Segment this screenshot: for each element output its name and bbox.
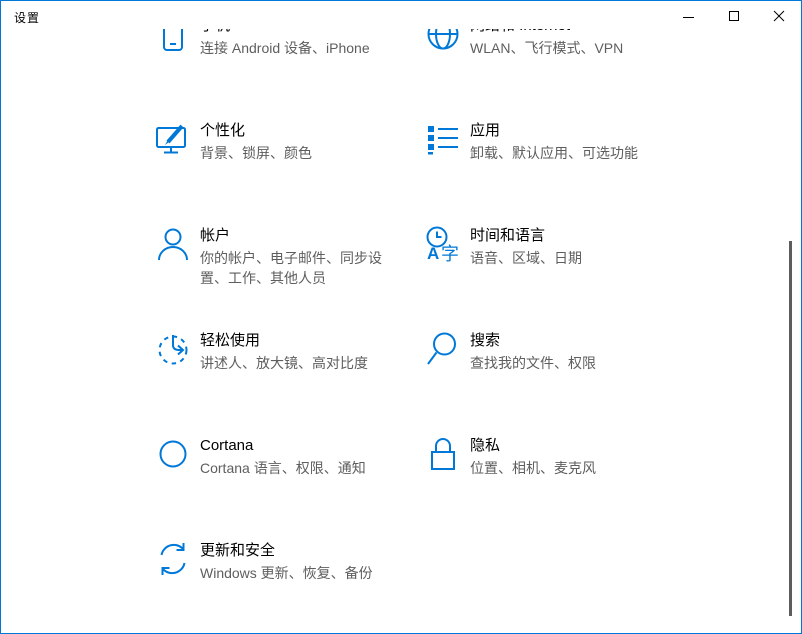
tile-title: 个性化 — [200, 121, 312, 141]
minimize-icon — [683, 17, 694, 18]
settings-tile-update-security[interactable]: 更新和安全 Windows 更新、恢复、备份 — [155, 517, 425, 622]
tile-title: 搜索 — [470, 331, 596, 351]
settings-tile-search[interactable]: 搜索 查找我的文件、权限 — [425, 307, 695, 412]
settings-window: { "window": { "title": "设置" }, "colors":… — [0, 0, 802, 634]
settings-tile-time-language[interactable]: A 字 时间和语言 语音、区域、日期 — [425, 202, 695, 307]
settings-grid: 手机 连接 Android 设备、iPhone 网络和 Internet WLA… — [155, 29, 695, 622]
tile-title: 帐户 — [200, 226, 389, 246]
search-icon — [425, 331, 461, 367]
personalization-icon — [155, 121, 191, 157]
tile-subtitle: 讲述人、放大镜、高对比度 — [200, 353, 368, 373]
settings-tile-apps[interactable]: 应用 卸载、默认应用、可选功能 — [425, 97, 695, 202]
caption-buttons — [666, 1, 801, 30]
tile-title: 轻松使用 — [200, 331, 368, 351]
minimize-button[interactable] — [666, 1, 711, 30]
tile-title: 应用 — [470, 121, 638, 141]
update-icon — [155, 541, 191, 577]
tile-subtitle: 背景、锁屏、颜色 — [200, 143, 312, 163]
privacy-icon — [425, 436, 461, 472]
tile-subtitle: Cortana 语言、权限、通知 — [200, 458, 366, 478]
tile-subtitle: 连接 Android 设备、iPhone — [200, 38, 370, 58]
globe-icon — [425, 29, 461, 52]
tile-subtitle: 位置、相机、麦克风 — [470, 458, 596, 478]
settings-tile-privacy[interactable]: 隐私 位置、相机、麦克风 — [425, 412, 695, 517]
window-title: 设置 — [14, 9, 40, 26]
tile-title: 手机 — [200, 29, 370, 36]
vertical-scrollbar[interactable] — [789, 241, 792, 616]
tile-subtitle: 卸载、默认应用、可选功能 — [470, 143, 638, 163]
settings-tile-personalization[interactable]: 个性化 背景、锁屏、颜色 — [155, 97, 425, 202]
tile-title: 时间和语言 — [470, 226, 582, 246]
ease-of-access-icon — [155, 331, 191, 367]
close-icon — [773, 10, 785, 22]
accounts-icon — [155, 226, 191, 262]
tile-subtitle: 你的帐户、电子邮件、同步设置、工作、其他人员 — [200, 248, 389, 288]
tile-title: 隐私 — [470, 436, 596, 456]
settings-tile-phone[interactable]: 手机 连接 Android 设备、iPhone — [155, 29, 425, 97]
svg-text:字: 字 — [441, 244, 459, 262]
phone-icon — [155, 29, 191, 52]
apps-icon — [425, 121, 461, 157]
tile-title: Cortana — [200, 436, 366, 456]
close-button[interactable] — [756, 1, 801, 30]
tile-subtitle: 语音、区域、日期 — [470, 248, 582, 268]
tile-subtitle: 查找我的文件、权限 — [470, 353, 596, 373]
settings-tile-ease-of-access[interactable]: 轻松使用 讲述人、放大镜、高对比度 — [155, 307, 425, 412]
tile-subtitle: Windows 更新、恢复、备份 — [200, 563, 373, 583]
settings-home-viewport: 手机 连接 Android 设备、iPhone 网络和 Internet WLA… — [1, 29, 801, 633]
settings-tile-network[interactable]: 网络和 Internet WLAN、飞行模式、VPN — [425, 29, 695, 97]
settings-tile-accounts[interactable]: 帐户 你的帐户、电子邮件、同步设置、工作、其他人员 — [155, 202, 425, 307]
tile-title: 网络和 Internet — [470, 29, 623, 36]
maximize-button[interactable] — [711, 1, 756, 30]
time-language-icon: A 字 — [425, 226, 461, 262]
cortana-icon — [155, 436, 191, 472]
tile-subtitle: WLAN、飞行模式、VPN — [470, 38, 623, 58]
tile-title: 更新和安全 — [200, 541, 373, 561]
settings-tile-cortana[interactable]: Cortana Cortana 语言、权限、通知 — [155, 412, 425, 517]
svg-text:A: A — [427, 244, 439, 262]
title-bar[interactable]: 设置 — [1, 1, 801, 29]
maximize-icon — [729, 11, 739, 21]
